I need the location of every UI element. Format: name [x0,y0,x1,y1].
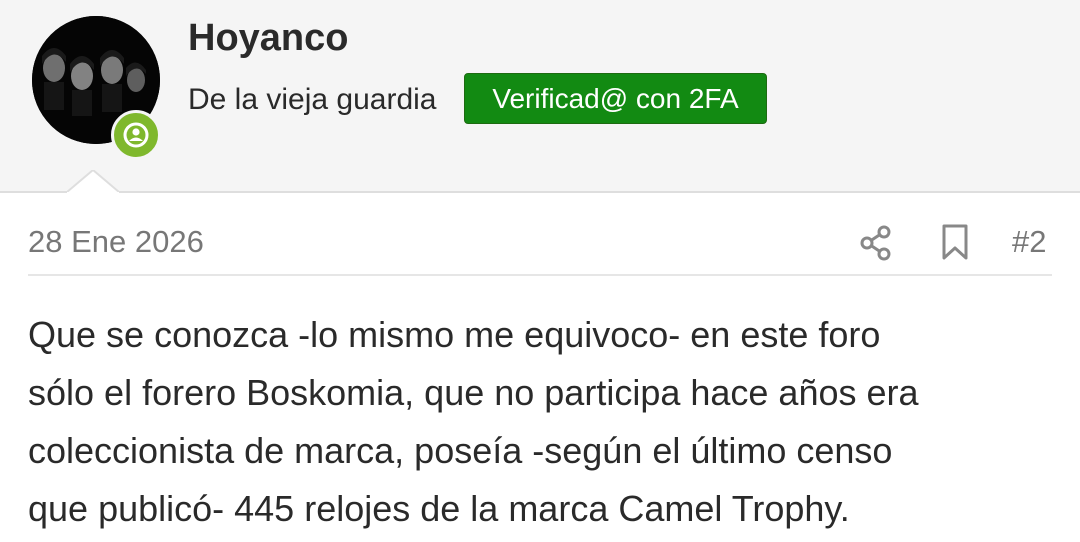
post-body-line: Que se conozca -lo mismo me equivoco- en… [28,314,881,355]
user-header: Hoyanco De la vieja guardia Verificad@ c… [0,0,1080,193]
post-body: Que se conozca -lo mismo me equivoco- en… [28,306,1068,538]
post-body-line: que publicó- 445 relojes de la marca Cam… [28,488,850,529]
post-header-divider [28,274,1052,276]
username[interactable]: Hoyanco [188,14,348,62]
online-status-badge [111,110,161,160]
bookmark-icon[interactable] [937,222,973,262]
header-pointer-arrow [67,170,119,194]
post-number-link[interactable]: #2 [1012,222,1046,262]
share-icon[interactable] [856,223,898,263]
post-body-line: coleccionista de marca, poseía -según el… [28,430,893,471]
verified-2fa-badge: Verificad@ con 2FA [464,73,767,124]
forum-post: Hoyanco De la vieja guardia Verificad@ c… [0,0,1080,542]
post-body-line: sólo el forero Boskomia, que no particip… [28,372,919,413]
user-title: De la vieja guardia [188,83,437,116]
user-icon [123,122,149,148]
post-date[interactable]: 28 Ene 2026 [28,222,204,262]
